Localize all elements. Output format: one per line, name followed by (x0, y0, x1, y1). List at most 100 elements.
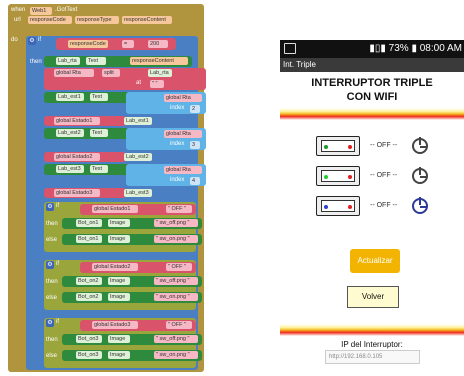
if1-gear-icon[interactable]: ⚙ (46, 203, 54, 211)
ip-input[interactable]: http://192.168.0.105 (325, 350, 420, 364)
if2-var[interactable]: global Estado2 (92, 263, 138, 271)
status-right: ▮▯▮ 73% ▮ 08:00 AM (369, 40, 462, 58)
bot2-prop-else[interactable]: Image (108, 293, 130, 301)
if3-gear-icon[interactable]: ⚙ (46, 319, 54, 327)
split-source[interactable]: Lab_rta (148, 69, 172, 77)
bot3-target-then[interactable]: Bot_on3 (76, 335, 102, 343)
set-lab-est1-target[interactable]: Lab_est1 (56, 93, 84, 101)
bot2-target-then[interactable]: Bot_on2 (76, 277, 102, 285)
bot2-prop-then[interactable]: Image (108, 277, 130, 285)
switch-2-red-dot (348, 175, 352, 179)
if1-off-value[interactable]: " OFF " (166, 205, 192, 213)
battery-percent: 73% (388, 43, 409, 54)
param-response-type[interactable]: responseType (75, 16, 119, 24)
set-global-rta-var[interactable]: global Rta (54, 69, 94, 77)
set-global-est1-var[interactable]: global Estado1 (54, 117, 100, 125)
if2-off-value[interactable]: " OFF " (166, 263, 192, 271)
index-label-2: index (170, 141, 185, 147)
if1-label: if (56, 203, 59, 209)
if3-var[interactable]: global Estado3 (92, 321, 138, 329)
list-var-2[interactable]: global Rta (164, 130, 202, 138)
bot3-target-else[interactable]: Bot_on3 (76, 351, 102, 359)
get-lab-est2[interactable]: Lab_est2 (124, 153, 152, 161)
set-lab-est1-prop[interactable]: Text (90, 93, 108, 101)
gallery-notification-icon (284, 43, 296, 54)
then2-label: then (46, 279, 58, 285)
switch-2-led (324, 175, 328, 179)
bot3-img-off[interactable]: " sw_off.png " (154, 335, 198, 343)
bot1-target-else[interactable]: Bot_on1 (76, 235, 102, 243)
bot3-img-on[interactable]: " sw_on.png " (154, 351, 198, 359)
switch-3-led (324, 205, 328, 209)
event-name-label: .GotText (55, 7, 78, 13)
set-lab-est2-prop[interactable]: Text (90, 129, 108, 137)
index-value-3[interactable]: 4 (190, 177, 200, 185)
else2-label: else (46, 295, 58, 301)
set-global-est3-var[interactable]: global Estado3 (54, 189, 100, 197)
bot1-prop-then[interactable]: Image (108, 219, 130, 227)
do-label: do (11, 37, 18, 43)
compare-value-200[interactable]: 200 (148, 40, 168, 48)
if1-var[interactable]: global Estado1 (92, 205, 138, 213)
split-block[interactable]: split (102, 69, 120, 77)
switch-1-red-dot (348, 145, 352, 149)
then3-label: then (46, 337, 58, 343)
switch-2-button[interactable] (316, 166, 360, 186)
bot1-img-on[interactable]: " sw_on.png " (154, 235, 198, 243)
if3-off-value[interactable]: " OFF " (166, 321, 192, 329)
status-bar: ▮▯▮ 73% ▮ 08:00 AM (280, 40, 464, 58)
list-var-1[interactable]: global Rta (164, 94, 202, 102)
if2-gear-icon[interactable]: ⚙ (46, 261, 54, 269)
app-heading-line1: INTERRUPTOR TRIPLE (311, 77, 433, 89)
if2-label: if (56, 261, 59, 267)
bot1-prop-else[interactable]: Image (108, 235, 130, 243)
compare-operator[interactable]: = (122, 40, 134, 48)
list-var-3[interactable]: global Rta (164, 166, 202, 174)
bot2-target-else[interactable]: Bot_on2 (76, 293, 102, 301)
set-global-est2-var[interactable]: global Estado2 (54, 153, 100, 161)
get-response-content[interactable]: responseContent (130, 57, 188, 65)
bot1-img-off[interactable]: " sw_off.png " (154, 219, 198, 227)
switch-1-clock-icon (412, 137, 428, 154)
if-main-gear-icon[interactable]: ⚙ (28, 37, 36, 45)
switch-1-state: -- OFF -- (370, 142, 398, 149)
bot2-img-on[interactable]: " sw_on.png " (154, 293, 198, 301)
get-response-code[interactable]: responseCode (68, 40, 108, 48)
phone-screen: ▮▯▮ 73% ▮ 08:00 AM Int. Triple INTERRUPT… (280, 40, 464, 376)
ip-label: IP del Interruptor: (341, 340, 403, 349)
switch-1-button[interactable] (316, 136, 360, 156)
switch-3-red-dot (348, 205, 352, 209)
param-response-content[interactable]: responseContent (122, 16, 172, 24)
index-label-1: index (170, 105, 185, 111)
set-lab-est2-target[interactable]: Lab_est2 (56, 129, 84, 137)
update-button[interactable]: Actualizar (350, 249, 400, 273)
index-label-3: index (170, 177, 185, 183)
screenshot-stage: when Web1 .GotText url responseCode resp… (0, 0, 464, 376)
switch-3-button[interactable] (316, 196, 360, 216)
index-value-1[interactable]: 2 (190, 105, 200, 113)
battery-icon: ▮ (411, 43, 417, 54)
bottom-color-stripe (280, 324, 464, 336)
event-when-label: when (11, 7, 26, 13)
else3-label: else (46, 353, 58, 359)
get-lab-est1[interactable]: Lab_est1 (124, 117, 152, 125)
param-response-code[interactable]: responseCode (28, 16, 72, 24)
param-url: url (14, 17, 21, 23)
back-button[interactable]: Volver (347, 286, 399, 308)
bot3-prop-else[interactable]: Image (108, 351, 130, 359)
bot1-target-then[interactable]: Bot_on1 (76, 219, 102, 227)
get-lab-est3[interactable]: Lab_est3 (124, 189, 152, 197)
else1-label: else (46, 237, 58, 243)
bot2-img-off[interactable]: " sw_off.png " (154, 277, 198, 285)
set-lab-est3-target[interactable]: Lab_est3 (56, 165, 84, 173)
index-value-2[interactable]: 3 (190, 141, 200, 149)
app-bar-title: Int. Triple (280, 58, 464, 72)
bot3-prop-then[interactable]: Image (108, 335, 130, 343)
signal-icon: ▮▯▮ (369, 43, 386, 54)
if-main-label: if (38, 37, 41, 43)
event-component-dropdown[interactable]: Web1 (30, 7, 52, 15)
set-lab-rta-prop[interactable]: Text (86, 57, 106, 65)
set-lab-est3-prop[interactable]: Text (90, 165, 108, 173)
set-lab-rta-target[interactable]: Lab_rta (56, 57, 80, 65)
split-at-value[interactable]: " " (150, 80, 164, 88)
